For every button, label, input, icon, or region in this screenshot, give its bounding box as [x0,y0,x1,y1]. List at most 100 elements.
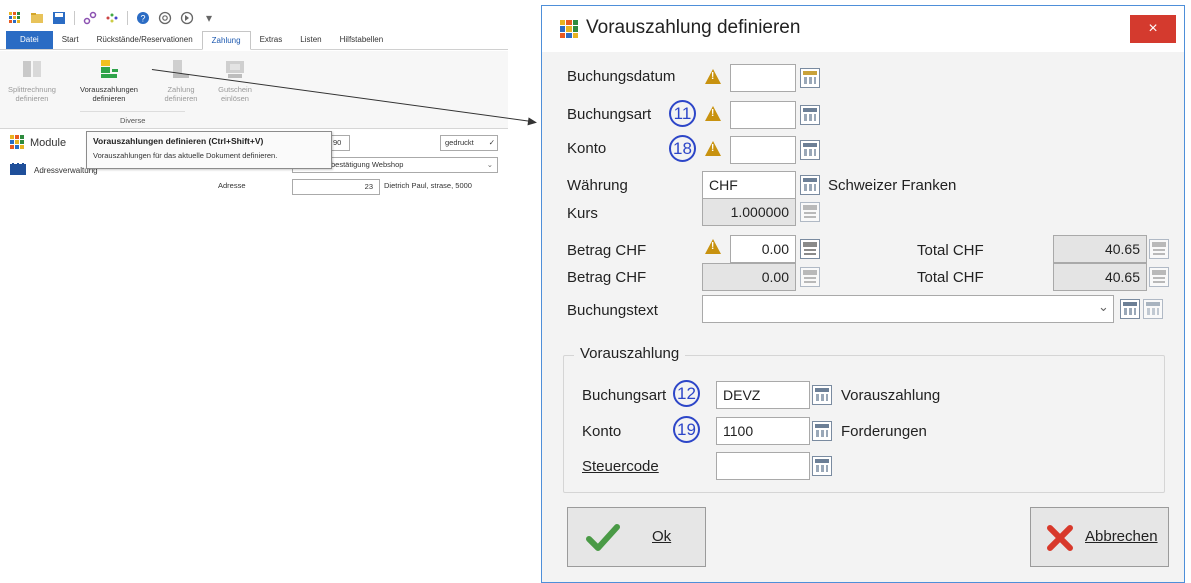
app-grid-icon [560,20,578,38]
total-chf-label: Total CHF [917,242,984,259]
callout-12: 12 [673,380,700,407]
tab-rueckstaende[interactable]: Rückstände/Reservationen [88,31,202,49]
kurs-label: Kurs [567,205,598,222]
calculator-icon [800,202,820,222]
open-icon[interactable] [30,11,44,25]
link-icon[interactable] [83,11,97,25]
calculator-icon[interactable] [800,239,820,259]
dialog-titlebar[interactable]: Vorauszahlung definieren × [542,6,1184,52]
zahlung-label: Zahlung [167,85,195,94]
quick-access-toolbar: ? ▾ [8,8,216,28]
vz-konto-description: Forderungen [841,423,927,440]
vorauszahlungen-label-2: definieren [92,94,126,103]
tooltip-title: Vorauszahlungen definieren (Ctrl+Shift+V… [93,136,264,146]
gutschein-label-2: einlösen [221,94,249,103]
table-lookup-icon[interactable] [812,421,832,441]
table-lookup-icon[interactable] [812,385,832,405]
betrag-chf-2-value: 0.00 [702,263,796,291]
gutschein-label: Gutschein [218,85,252,94]
dots-icon[interactable] [105,11,119,25]
annotation-arrow-head [527,117,538,127]
konto-input[interactable] [730,136,796,164]
total-chf-2-label: Total CHF [917,269,984,286]
splittrechnung-label: Splittrechnung [8,85,56,94]
ok-button[interactable]: Ok [567,507,706,567]
ok-label: Ok [652,528,672,545]
warning-icon [705,239,721,254]
buchungsdatum-label: Buchungsdatum [567,68,676,85]
save-icon[interactable] [52,11,66,25]
tooltip: Vorauszahlungen definieren (Ctrl+Shift+V… [86,131,332,169]
edit-text-icon[interactable] [1143,299,1163,319]
modules-icon [10,134,24,152]
cancel-x-icon [1047,525,1073,551]
vorauszahlungen-label: Vorauszahlungen [80,85,138,94]
betrag-chf-input[interactable]: 0.00 [730,235,796,263]
gedruckt-label: gedruckt [445,138,474,147]
group-divider [80,111,185,112]
add-text-icon[interactable] [1120,299,1140,319]
tooltip-text: Vorauszahlungen für das aktuelle Dokumen… [93,151,278,160]
buchungstext-input[interactable] [702,295,1114,323]
chevron-down-icon[interactable]: ⌄ [1098,299,1109,315]
calculator-icon [800,267,820,287]
buchungsart-input[interactable] [730,101,796,129]
vorauszahlungen-button[interactable]: Vorauszahlungen definieren [76,58,142,103]
splittrechnung-button[interactable]: Splittrechnung definieren [4,58,60,103]
vz-buchungsart-input[interactable]: DEVZ [716,381,810,409]
modules-header[interactable]: Module [0,133,85,153]
buchungsdatum-input[interactable] [730,64,796,92]
gedruckt-checkbox[interactable]: gedruckt ✓ [440,135,498,151]
calculator-icon [1149,239,1169,259]
forward-icon[interactable] [180,11,194,25]
waehrung-input[interactable]: CHF [702,171,796,199]
tab-start[interactable]: Start [53,31,88,49]
copyright-icon[interactable] [158,11,172,25]
prepayment-icon [98,58,120,80]
betrag-chf-2-label: Betrag CHF [567,269,647,286]
toolbar-separator [127,11,128,25]
vorauszahlung-legend: Vorauszahlung [574,345,686,362]
vz-konto-input[interactable]: 1100 [716,417,810,445]
betrag-chf-label: Betrag CHF [567,242,647,259]
table-lookup-icon[interactable] [800,105,820,125]
vz-buchungsart-description: Vorauszahlung [841,387,941,404]
zahlung-button[interactable]: Zahlung definieren [158,58,204,103]
dialog-title: Vorauszahlung definieren [586,17,801,38]
tab-hilfstabellen[interactable]: Hilfstabellen [331,31,393,49]
ribbon-group-label: Diverse [120,116,146,125]
table-lookup-icon[interactable] [800,175,820,195]
table-lookup-icon[interactable] [812,456,832,476]
customize-dropdown-icon[interactable]: ▾ [202,11,216,25]
app-grid-icon[interactable] [8,11,22,25]
toolbar-separator [74,11,75,25]
splittrechnung-label-2: definieren [15,94,49,103]
chevron-down-icon: ⌄ [486,160,493,169]
total-chf-value: 40.65 [1053,235,1147,263]
voucher-icon [224,58,246,80]
bestaetigung-value: bestätigung Webshop [331,160,404,169]
sidebar-item-adressverwaltung[interactable]: Adressverwaltung [10,163,98,177]
adresse-value: Dietrich Paul, strase, 5000 [384,181,472,190]
callout-19: 19 [673,416,700,443]
calculator-icon [1149,267,1169,287]
steuercode-input[interactable] [716,452,810,480]
address-book-icon [10,163,26,177]
buchungstext-label: Buchungstext [567,302,658,319]
adresse-label: Adresse [218,181,246,190]
abbrechen-button[interactable]: Abbrechen [1030,507,1169,567]
payment-icon [170,58,192,80]
tab-listen[interactable]: Listen [291,31,330,49]
kurs-input: 1.000000 [702,198,796,226]
calendar-icon[interactable] [800,68,820,88]
tab-extras[interactable]: Extras [251,31,292,49]
tab-zahlung[interactable]: Zahlung [201,31,251,50]
close-button[interactable]: × [1130,15,1176,43]
adresse-number-field[interactable]: 23 [292,179,380,195]
tab-datei[interactable]: Datei [6,31,53,49]
warning-icon [705,141,721,156]
checkmark-icon [586,524,620,551]
table-lookup-icon[interactable] [800,140,820,160]
help-icon[interactable]: ? [136,11,150,25]
abbrechen-label: Abbrechen [1085,528,1158,545]
